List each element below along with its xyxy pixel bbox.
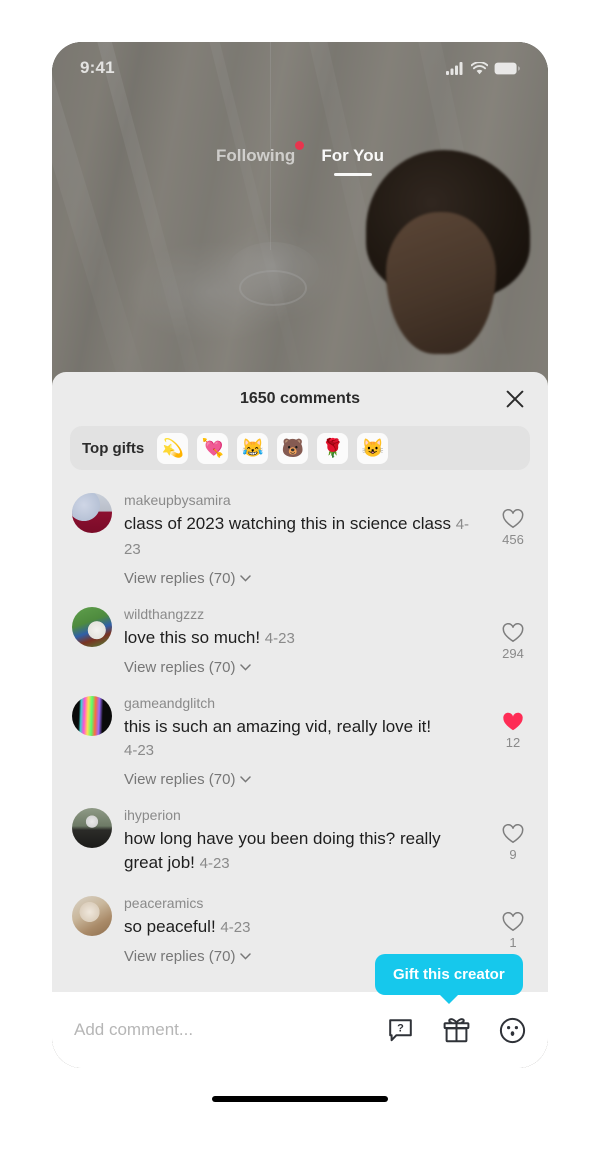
top-tabs: Following For You (52, 141, 548, 176)
comment-date: 4-23 (220, 919, 251, 936)
comment-username[interactable]: gameandglitch (124, 694, 484, 713)
comment-body: so peaceful! (124, 917, 216, 936)
chevron-down-icon (240, 953, 252, 960)
signal-bars-icon (446, 61, 463, 75)
like-count: 12 (505, 735, 521, 750)
like-count: 9 (509, 847, 517, 862)
view-replies-button[interactable]: View replies (70) (124, 771, 484, 788)
comment-body: love this so much! (124, 628, 261, 647)
top-gifts-label: Top gifts (82, 439, 145, 457)
home-indicator (212, 1096, 388, 1102)
comment-item[interactable]: makeupbysamira class of 2023 watching th… (52, 482, 548, 596)
like-button[interactable]: 9 (496, 806, 530, 876)
svg-text:?: ? (397, 1022, 404, 1034)
comment-date: 4-23 (124, 742, 155, 759)
comment-item[interactable]: ihyperion how long have you been doing t… (52, 797, 548, 885)
gift-chip-cat-face[interactable]: 😺 (357, 432, 389, 464)
view-replies-label: View replies (70) (124, 948, 236, 965)
comment-count-label: 1650 comments (239, 390, 361, 407)
gift-tooltip-label: Gift this creator (393, 966, 505, 983)
chevron-down-icon (240, 776, 252, 783)
gift-chip-bear[interactable]: 🐻 (277, 432, 309, 464)
gift-chip-joy-face[interactable]: 😹 (237, 432, 269, 464)
comment-body: class of 2023 watching this in science c… (124, 514, 451, 533)
avatar[interactable] (72, 607, 112, 647)
like-button[interactable]: 12 (496, 694, 530, 788)
phone-frame: 9:41 Following For You 1650 comments Top… (52, 42, 548, 1068)
avatar[interactable] (72, 696, 112, 736)
comment-username[interactable]: makeupbysamira (124, 491, 484, 510)
add-comment-input[interactable] (74, 1020, 386, 1040)
wifi-icon (471, 61, 488, 74)
chevron-down-icon (240, 664, 252, 671)
tab-for-you[interactable]: For You (321, 146, 384, 176)
like-count: 456 (502, 532, 524, 547)
heart-outline-icon (502, 824, 524, 844)
comment-item[interactable]: wildthangzzz love this so much! 4-23 Vie… (52, 596, 548, 685)
view-replies-label: View replies (70) (124, 659, 236, 676)
like-count: 1 (509, 935, 517, 950)
chevron-down-icon (240, 575, 252, 582)
gift-chip-heart-arrow[interactable]: 💘 (197, 432, 229, 464)
status-time: 9:41 (80, 58, 115, 77)
comments-list[interactable]: makeupbysamira class of 2023 watching th… (52, 480, 548, 992)
comment-date: 4-23 (199, 855, 230, 872)
view-replies-label: View replies (70) (124, 570, 236, 587)
comment-text: class of 2023 watching this in science c… (124, 512, 484, 562)
avatar[interactable] (72, 493, 112, 533)
gift-chip-rose[interactable]: 🌹 (317, 432, 349, 464)
battery-icon (494, 62, 520, 74)
tab-following-label: Following (216, 146, 296, 165)
gift-chip-star-burst[interactable]: 💫 (157, 432, 189, 464)
gift-icon[interactable] (442, 1016, 470, 1044)
top-gifts-strip: Top gifts 💫 💘 😹 🐻 🌹 😺 (70, 426, 530, 470)
comment-text: how long have you been doing this? reall… (124, 827, 484, 876)
like-button[interactable]: 456 (496, 491, 530, 587)
heart-outline-icon (502, 912, 524, 932)
comment-date: 4-23 (264, 630, 295, 647)
comment-text: so peaceful! 4-23 (124, 915, 484, 940)
like-button[interactable]: 294 (496, 605, 530, 676)
question-bubble-icon[interactable]: ? (386, 1016, 414, 1044)
tab-for-you-label: For You (321, 146, 384, 165)
like-count: 294 (502, 646, 524, 661)
comment-username[interactable]: ihyperion (124, 806, 484, 825)
emoji-face-icon[interactable] (498, 1016, 526, 1044)
comment-item[interactable]: gameandglitch this is such an amazing vi… (52, 685, 548, 797)
avatar[interactable] (72, 808, 112, 848)
view-replies-label: View replies (70) (124, 771, 236, 788)
comment-username[interactable]: wildthangzzz (124, 605, 484, 624)
close-icon[interactable] (502, 386, 528, 412)
comment-text: love this so much! 4-23 (124, 626, 484, 651)
gift-tooltip[interactable]: Gift this creator (375, 954, 523, 995)
comments-sheet-header: 1650 comments (52, 372, 548, 426)
heart-filled-icon (503, 712, 523, 731)
tab-following[interactable]: Following (216, 141, 305, 176)
avatar[interactable] (72, 896, 112, 936)
view-replies-button[interactable]: View replies (70) (124, 570, 484, 587)
comment-body: how long have you been doing this? reall… (124, 829, 441, 872)
status-bar: 9:41 (52, 42, 548, 94)
comment-body: this is such an amazing vid, really love… (124, 717, 432, 736)
notification-dot-icon (295, 141, 305, 150)
comment-composer: ? (52, 992, 548, 1068)
heart-outline-icon (502, 509, 524, 529)
comment-username[interactable]: peaceramics (124, 894, 484, 913)
heart-outline-icon (502, 623, 524, 643)
view-replies-button[interactable]: View replies (70) (124, 659, 484, 676)
